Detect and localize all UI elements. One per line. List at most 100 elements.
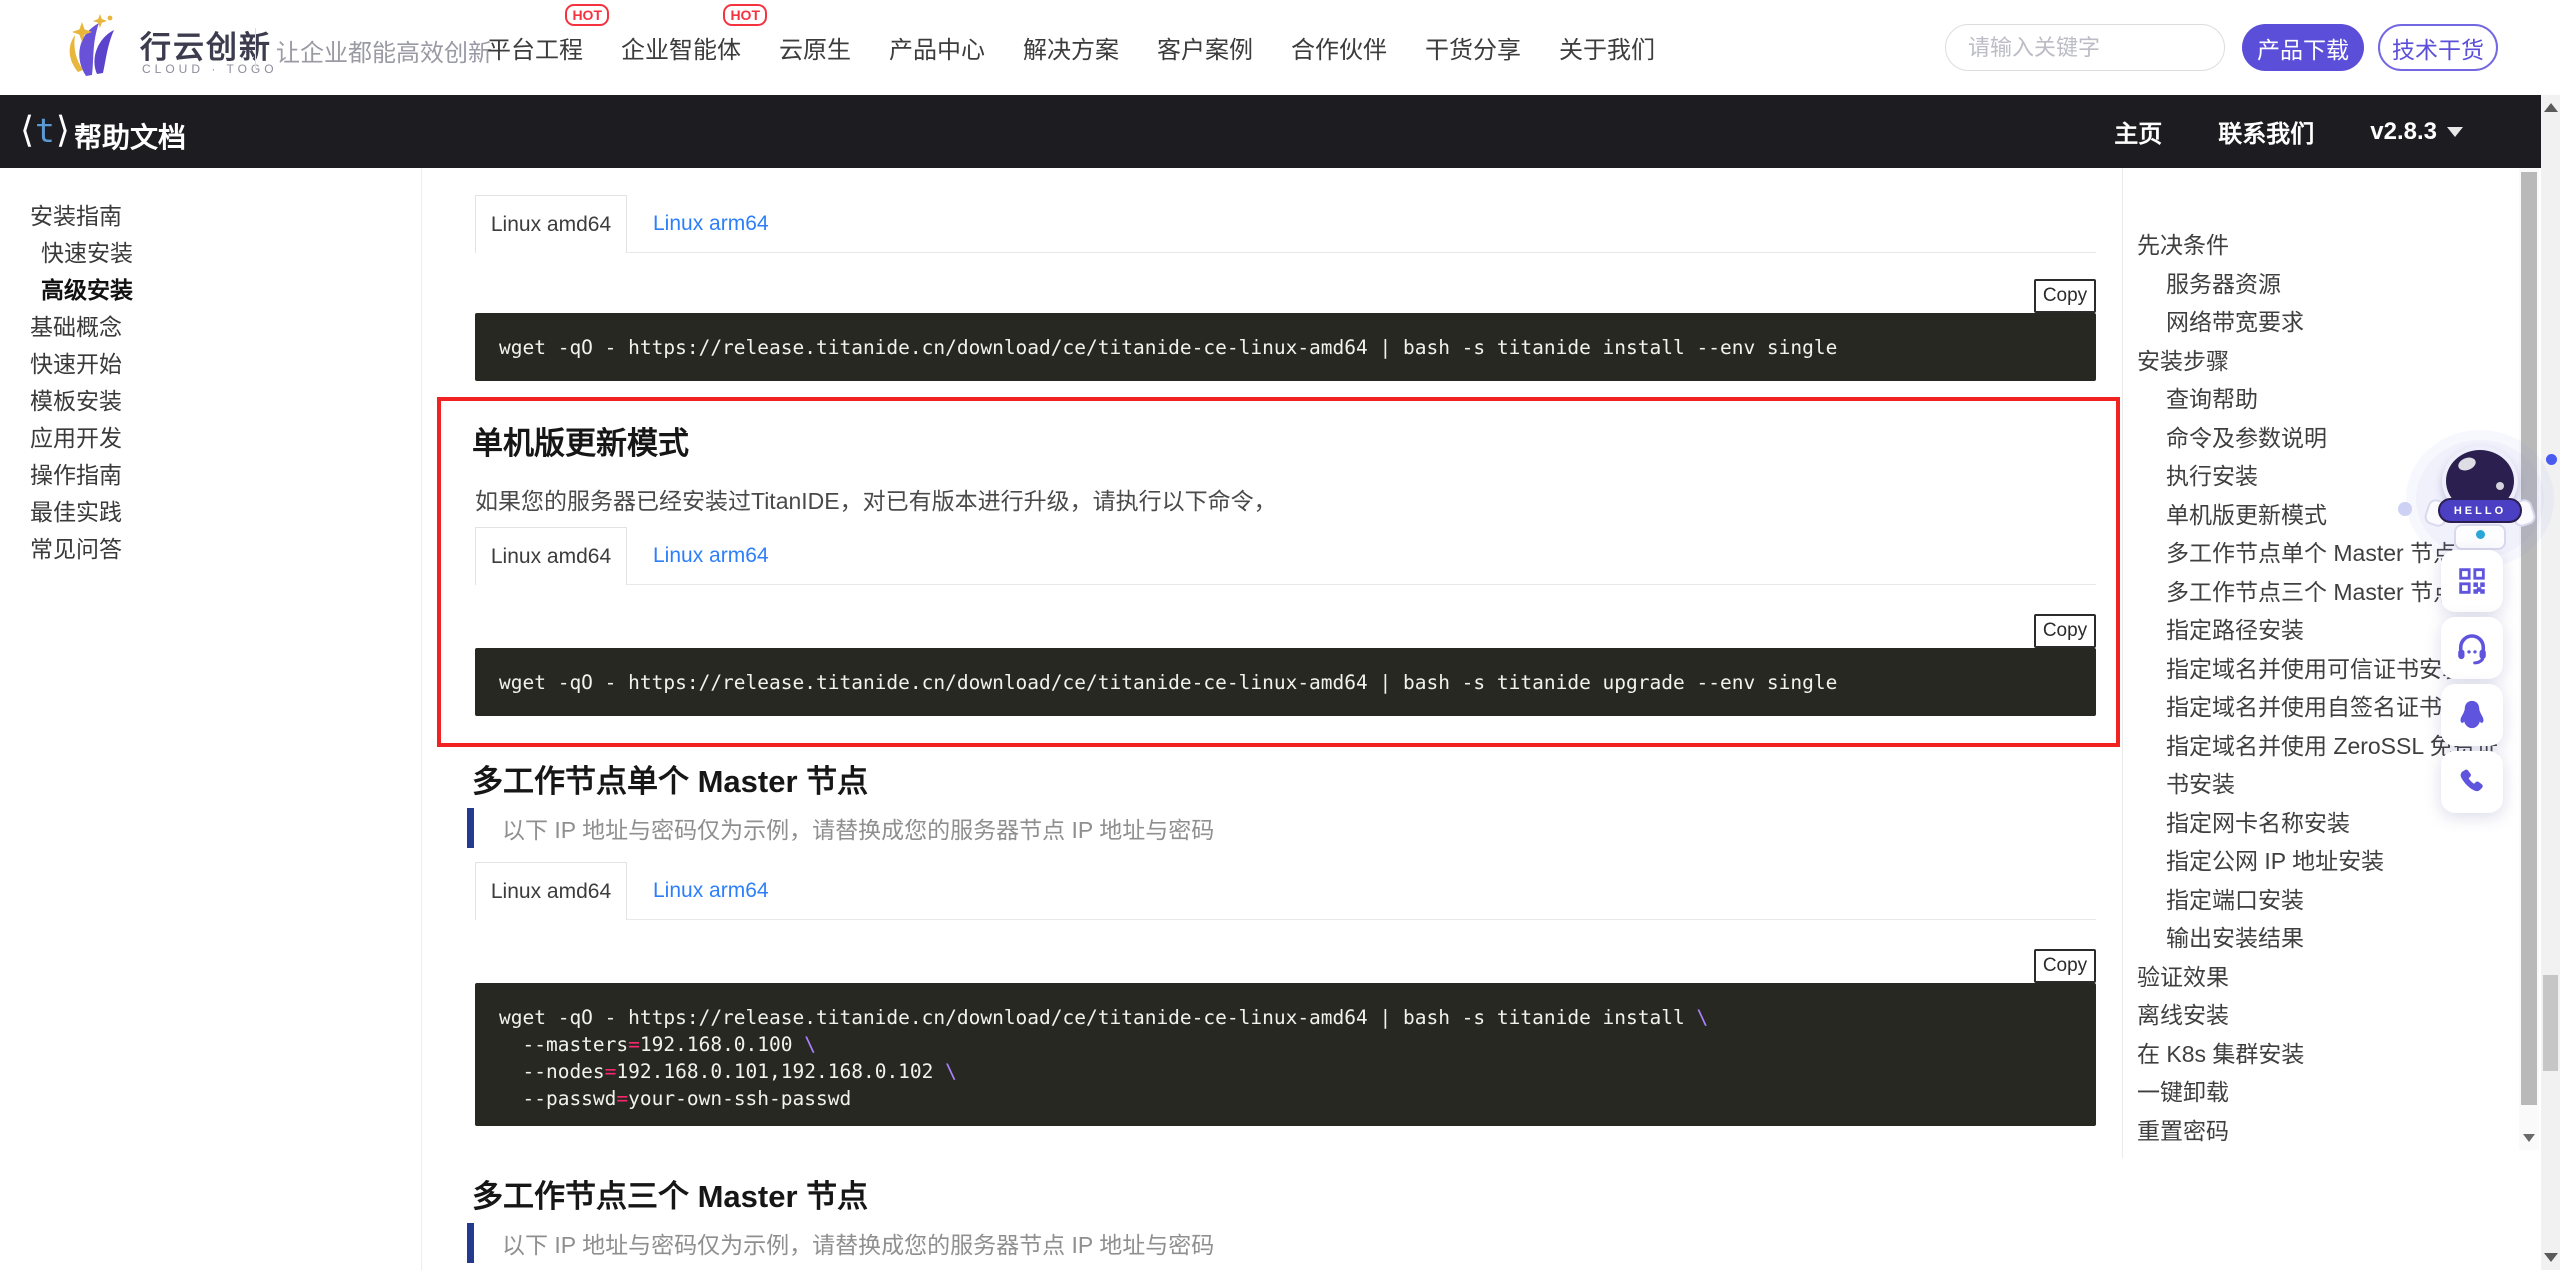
quote-bar <box>467 808 474 848</box>
toc-item[interactable]: 输出安装结果 <box>2122 919 2519 958</box>
page-scrollbar-thumb[interactable] <box>2543 975 2558 1071</box>
toc-item[interactable]: 在 K8s 集群安装 <box>2122 1035 2519 1074</box>
toc-item[interactable]: 先决条件 <box>2122 226 2519 265</box>
copy-button[interactable]: Copy <box>2034 614 2096 648</box>
doc-logo[interactable]: ⟨t⟩ <box>20 109 71 151</box>
page-scrollbar[interactable] <box>2541 95 2560 1270</box>
home-link[interactable]: 主页 <box>2114 114 2162 149</box>
hot-badge: HOT <box>723 4 767 26</box>
sidebar-item[interactable]: 快速开始 <box>0 346 421 383</box>
quote-text: 以下 IP 地址与密码仅为示例，请替换成您的服务器节点 IP 地址与密码 <box>502 811 1214 845</box>
product-download-button[interactable]: 产品下载 <box>2242 24 2364 71</box>
nav-item[interactable]: 产品中心 <box>889 30 985 65</box>
tab-linux-arm64[interactable]: Linux arm64 <box>653 195 769 253</box>
copy-button[interactable]: Copy <box>2034 949 2096 983</box>
page: 行云创新 CLOUD · TOGO 让企业都能高效创新 平台工程HOT企业智能体… <box>0 0 2560 1270</box>
sidebar-item[interactable]: 安装指南 <box>0 198 421 235</box>
tab-row-3: Linux amd64 Linux arm64 <box>475 862 2096 920</box>
tab-rule <box>475 919 2096 920</box>
tab-linux-amd64[interactable]: Linux amd64 <box>475 195 627 253</box>
nav-item[interactable]: 客户案例 <box>1157 30 1253 65</box>
tab-linux-arm64[interactable]: Linux arm64 <box>653 862 769 920</box>
sidebar-item[interactable]: 基础概念 <box>0 309 421 346</box>
phone-button[interactable] <box>2441 751 2503 813</box>
section-heading-update: 单机版更新模式 <box>472 418 689 463</box>
qq-icon <box>2455 698 2489 732</box>
note-quote: 以下 IP 地址与密码仅为示例，请替换成您的服务器节点 IP 地址与密码 <box>467 808 1214 848</box>
code-block-install: wget -qO - https://release.titanide.cn/d… <box>475 313 2096 381</box>
contact-link[interactable]: 联系我们 <box>2218 114 2314 149</box>
sidebar-item[interactable]: 应用开发 <box>0 420 421 457</box>
quote-bar <box>467 1223 474 1263</box>
sidebar-divider <box>421 168 422 1270</box>
toc-item[interactable]: 安装步骤 <box>2122 342 2519 381</box>
note-quote: 以下 IP 地址与密码仅为示例，请替换成您的服务器节点 IP 地址与密码 <box>467 1223 1214 1263</box>
doc-title: 帮助文档 <box>74 116 186 156</box>
nav-item[interactable]: 干货分享 <box>1425 30 1521 65</box>
tab-row-1: Linux amd64 Linux arm64 <box>475 195 2096 253</box>
toc-item[interactable]: 重置密码 <box>2122 1112 2519 1151</box>
search-box <box>1945 24 2225 71</box>
toc-item[interactable]: 服务器资源 <box>2122 265 2519 304</box>
nav-item[interactable]: 解决方案 <box>1023 30 1119 65</box>
nav-item[interactable]: 云原生 <box>779 30 851 65</box>
left-sidebar: 安装指南快速安装高级安装基础概念快速开始模板安装应用开发操作指南最佳实践常见问答 <box>0 168 421 1270</box>
brand-logo-icon[interactable] <box>52 10 127 85</box>
nav-item-label: 客户案例 <box>1157 37 1253 64</box>
code-line: wget -qO - https://release.titanide.cn/d… <box>499 334 2072 361</box>
headset-icon <box>2454 630 2490 666</box>
tech-articles-button[interactable]: 技术干货 <box>2378 24 2498 71</box>
scroll-down-icon[interactable] <box>2523 1134 2535 1142</box>
nav-item[interactable]: 合作伙伴 <box>1291 30 1387 65</box>
code-line: wget -qO - https://release.titanide.cn/d… <box>499 669 2072 696</box>
tab-linux-amd64[interactable]: Linux amd64 <box>475 862 627 920</box>
sidebar-item[interactable]: 操作指南 <box>0 457 421 494</box>
customer-service-button[interactable] <box>2441 617 2503 679</box>
toc-item[interactable]: 查询帮助 <box>2122 380 2519 419</box>
nav-item[interactable]: 企业智能体HOT <box>621 30 741 65</box>
toc-scrollbar-thumb[interactable] <box>2521 172 2537 1105</box>
nav-item[interactable]: 关于我们 <box>1559 30 1655 65</box>
search-input[interactable] <box>1968 35 2256 61</box>
toc-item[interactable]: 网络带宽要求 <box>2122 303 2519 342</box>
tab-linux-arm64[interactable]: Linux arm64 <box>653 527 769 585</box>
tab-rule <box>475 252 2096 253</box>
hot-badge: HOT <box>565 4 609 26</box>
scroll-down-icon[interactable] <box>2544 1253 2558 1262</box>
toc-scrollbar[interactable] <box>2519 168 2539 1150</box>
nav-item-label: 解决方案 <box>1023 37 1119 64</box>
nav-item-label: 关于我们 <box>1559 37 1655 64</box>
toc-item[interactable]: 离线安装 <box>2122 996 2519 1035</box>
tab-rule <box>475 584 2096 585</box>
nav-item-label: 平台工程 <box>487 37 583 64</box>
quote-text: 以下 IP 地址与密码仅为示例，请替换成您的服务器节点 IP 地址与密码 <box>502 1226 1214 1260</box>
nav-item-label: 干货分享 <box>1425 37 1521 64</box>
qq-button[interactable] <box>2441 684 2503 746</box>
tab-linux-amd64[interactable]: Linux amd64 <box>475 527 627 585</box>
sidebar-item[interactable]: 模板安装 <box>0 383 421 420</box>
toc-item[interactable]: 执行安装 <box>2122 457 2519 496</box>
toc-item[interactable]: 指定端口安装 <box>2122 881 2519 920</box>
sidebar-item[interactable]: 快速安装 <box>0 235 421 272</box>
sidebar-item[interactable]: 常见问答 <box>0 531 421 568</box>
sidebar-item[interactable]: 最佳实践 <box>0 494 421 531</box>
copy-button[interactable]: Copy <box>2034 279 2096 313</box>
code-line: wget -qO - https://release.titanide.cn/d… <box>499 1004 2072 1031</box>
main-content: Linux amd64 Linux arm64 Copy wget -qO - … <box>475 168 2096 1270</box>
nav-item[interactable]: 平台工程HOT <box>487 30 583 65</box>
toc-item[interactable]: 命令及参数说明 <box>2122 419 2519 458</box>
chevron-down-icon <box>2447 127 2463 137</box>
toc-item[interactable]: 单机版更新模式 <box>2122 496 2519 535</box>
code-block-multi-node: wget -qO - https://release.titanide.cn/d… <box>475 983 2096 1126</box>
toc-item[interactable]: 指定公网 IP 地址安装 <box>2122 842 2519 881</box>
sidebar-item[interactable]: 高级安装 <box>0 272 421 309</box>
code-multiline: wget -qO - https://release.titanide.cn/d… <box>499 1004 2072 1112</box>
version-dropdown[interactable]: v2.8.3 <box>2370 118 2463 146</box>
section-para-update: 如果您的服务器已经安装过TitanIDE，对已有版本进行升级，请执行以下命令， <box>475 482 1277 516</box>
doc-header: ⟨t⟩ 帮助文档 主页 联系我们 v2.8.3 <box>0 95 2541 168</box>
scroll-up-icon[interactable] <box>2544 103 2558 112</box>
qrcode-button[interactable] <box>2441 550 2503 612</box>
code-line: --masters=192.168.0.100 \ <box>499 1031 2072 1058</box>
toc-item[interactable]: 一键卸载 <box>2122 1073 2519 1112</box>
toc-item[interactable]: 验证效果 <box>2122 958 2519 997</box>
